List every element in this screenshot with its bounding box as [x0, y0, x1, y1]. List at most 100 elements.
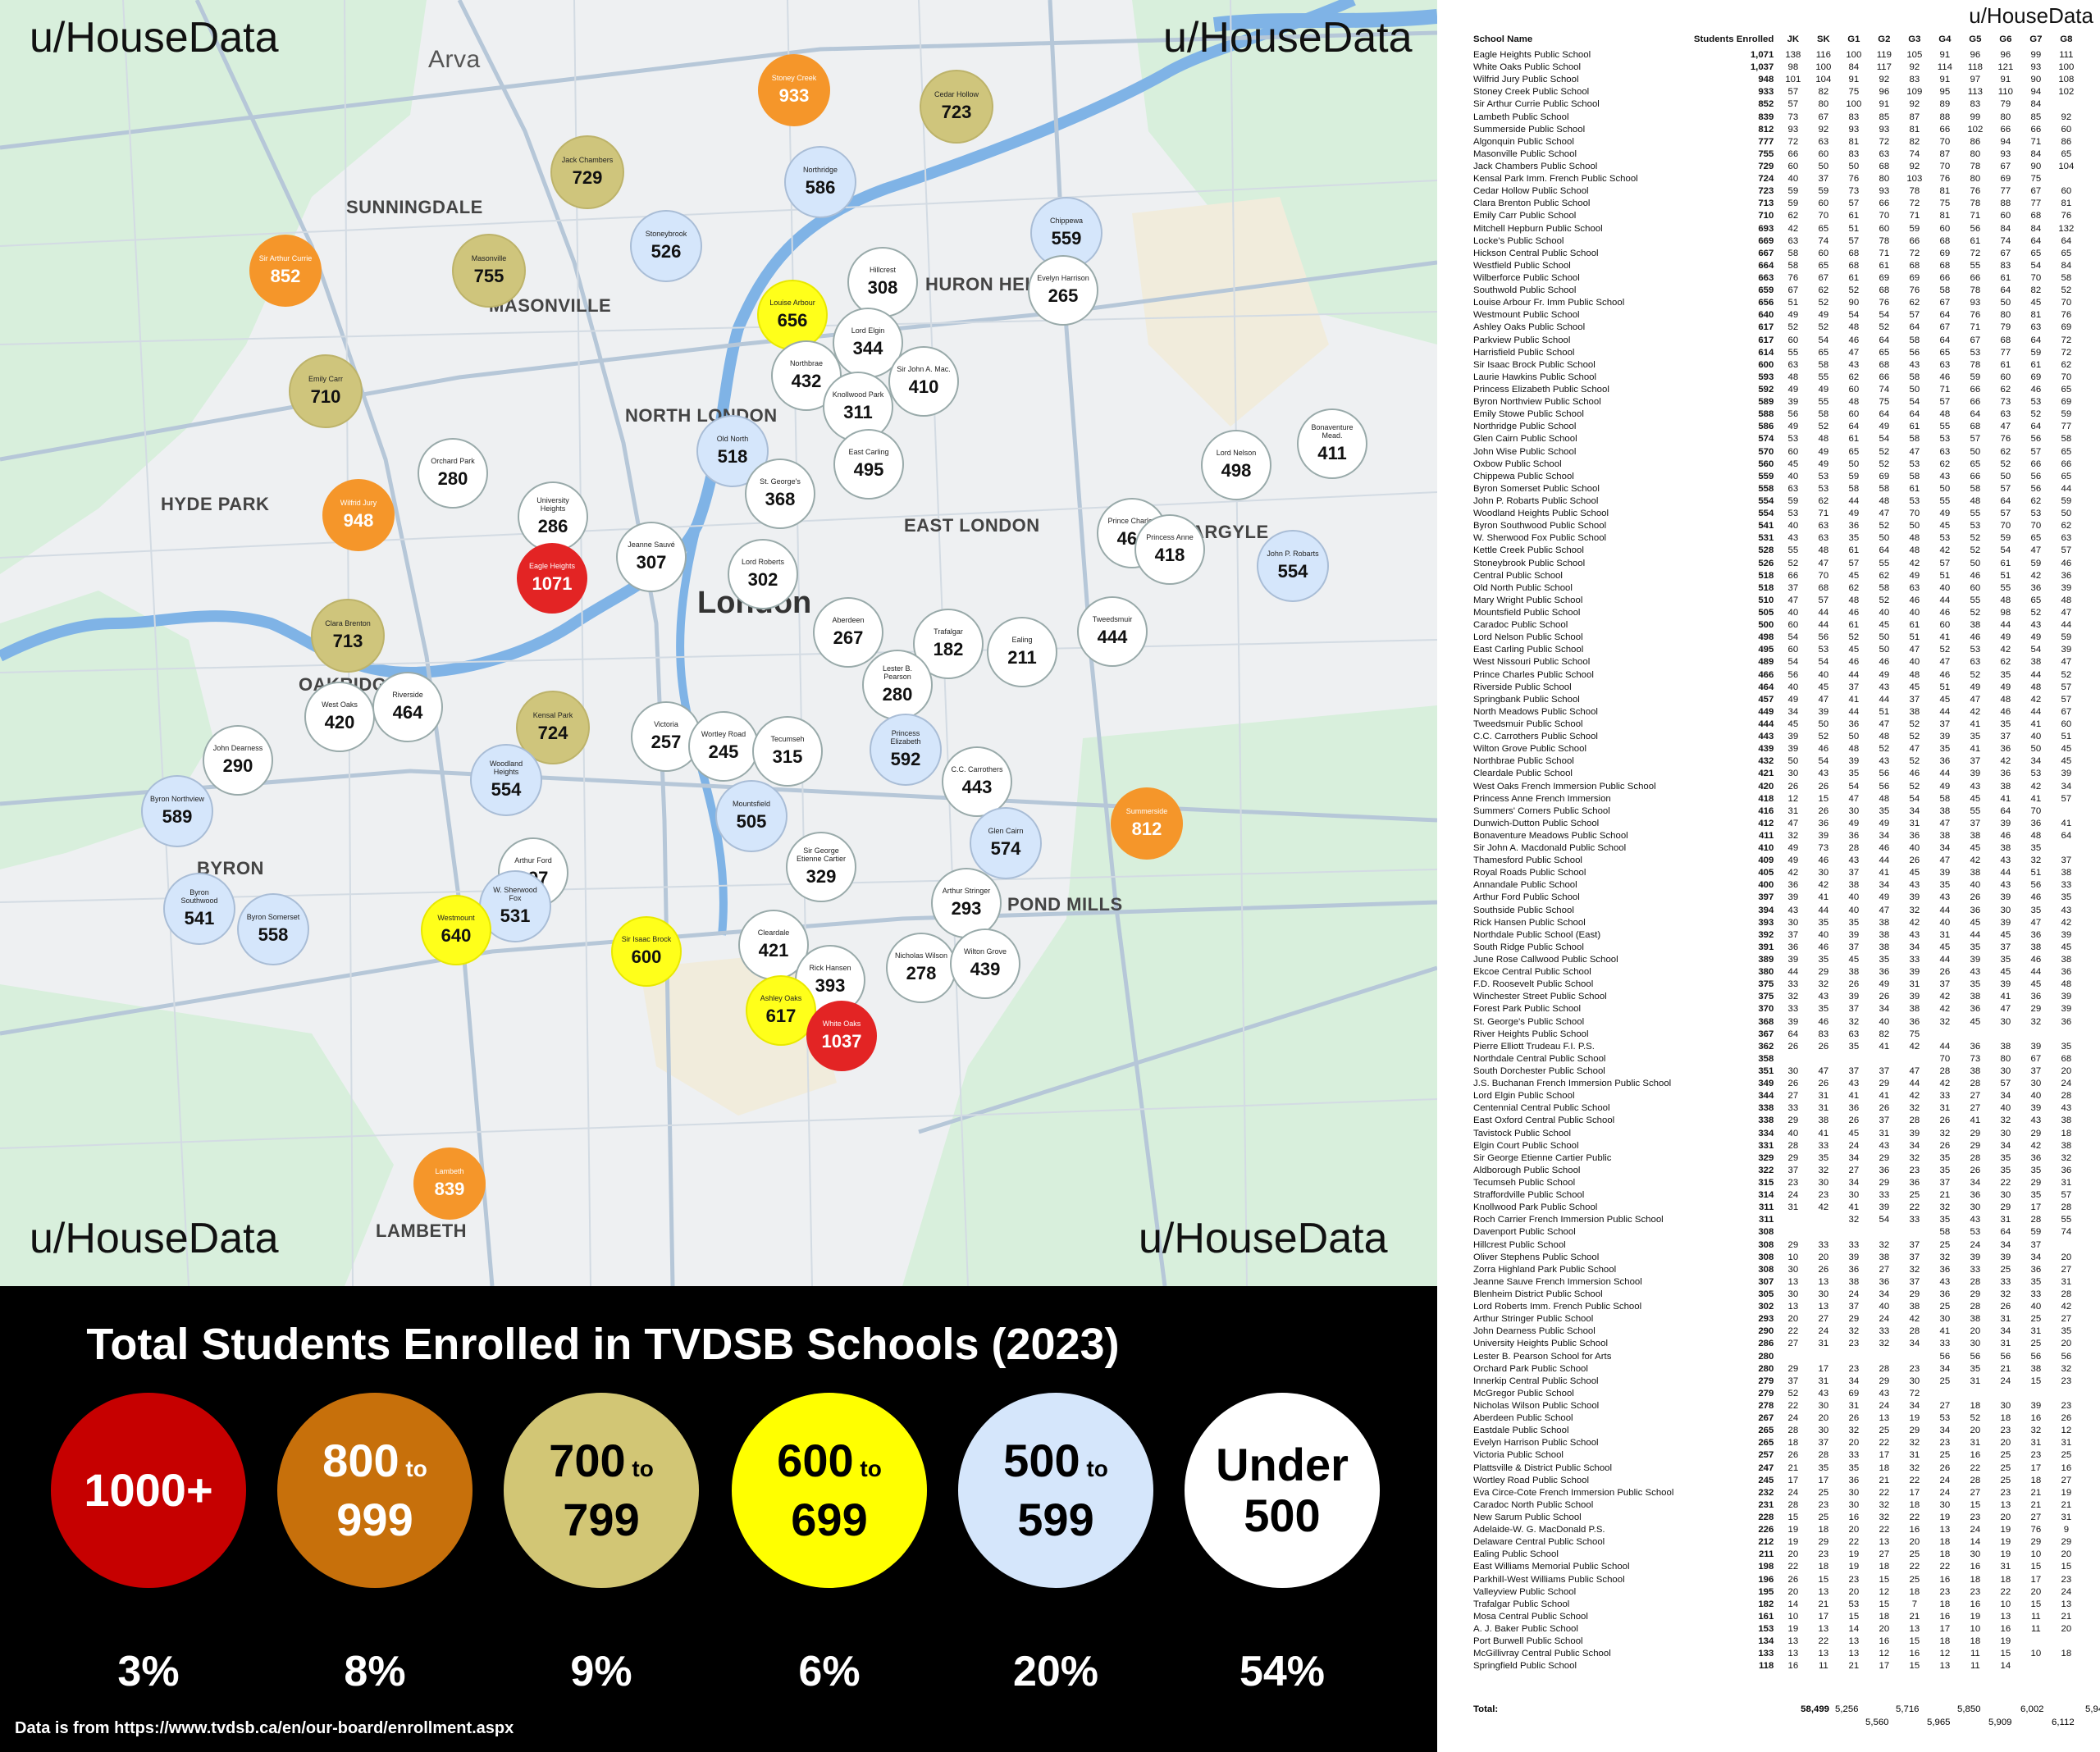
school-marker[interactable]: Aberdeen 267	[813, 597, 883, 668]
school-marker[interactable]: Wilton Grove 439	[950, 928, 1020, 999]
school-marker[interactable]: Tweedsmuir 444	[1077, 596, 1148, 667]
table-row: Trafalgar Public School 182 14 21 53 15 7 18 16 1…	[1472, 1599, 2081, 1611]
table-row: Innerkip Central Public School 279 37 31 34 2…	[1472, 1376, 2081, 1388]
school-marker[interactable]: Wortley Road 245	[688, 711, 759, 782]
school-marker[interactable]: Riverside 464	[372, 672, 443, 742]
school-marker[interactable]: Westmount 640	[421, 895, 491, 965]
enrolled-cell: 933	[1758, 87, 1774, 98]
school-marker[interactable]: West Oaks 420	[304, 682, 375, 752]
school-marker[interactable]: John Dearness 290	[203, 725, 273, 796]
grade-cell: 43	[2030, 1116, 2042, 1126]
grade-cell: 45	[1939, 694, 1951, 705]
school-marker[interactable]: Eagle Heights 1071	[517, 543, 587, 614]
school-marker[interactable]: Wilfrid Jury 948	[322, 479, 395, 551]
school-marker[interactable]: Hillcrest 308	[847, 247, 918, 317]
grade-cell	[2051, 842, 2081, 855]
school-marker-name: West Oaks	[322, 700, 358, 709]
table-row: Sir John A. Macdonald Public School 410 49…	[1472, 842, 2081, 855]
school-marker[interactable]: Louise Arbour 656	[757, 280, 828, 350]
grade-cell: 21	[2061, 1611, 2072, 1622]
grade-cell: 26	[1939, 1116, 1951, 1126]
enrolled-cell: 558	[1758, 483, 1774, 494]
enrolled-cell: 322	[1758, 1165, 1774, 1175]
grade-cell: 41	[2000, 793, 2011, 804]
grade-cell: 66	[1939, 273, 1951, 284]
school-marker[interactable]: East Carling 495	[833, 429, 904, 500]
school-marker[interactable]: Northridge 586	[784, 146, 856, 218]
school-marker[interactable]: Clara Brenton 713	[311, 599, 385, 673]
grade-cell	[1778, 1226, 1808, 1239]
school-marker[interactable]: Byron Somerset 558	[237, 893, 309, 965]
grade-cell: 61	[1848, 211, 1860, 221]
school-marker[interactable]: Byron Northview 589	[141, 775, 213, 847]
school-marker[interactable]: Mountsfield 505	[715, 780, 788, 852]
grade-cell: 48	[2030, 682, 2042, 692]
school-marker[interactable]: St. George's 368	[745, 459, 815, 529]
school-name-cell: West Nissouri Public School	[1473, 657, 1591, 668]
grade-cell: 48	[1818, 545, 1829, 556]
school-marker[interactable]: Summerside 812	[1111, 787, 1183, 860]
enrolled-cell: 659	[1758, 285, 1774, 296]
school-marker[interactable]: Stoney Creek 933	[758, 54, 830, 126]
grade-cell: 36	[2030, 582, 2042, 593]
school-marker[interactable]: C.C. Carrothers 443	[942, 746, 1012, 817]
school-marker[interactable]: Lord Nelson 498	[1201, 430, 1271, 500]
school-marker[interactable]: University Heights 286	[518, 481, 588, 552]
grade-cell: 18	[1879, 1611, 1890, 1622]
legend-range-end: 799	[563, 1494, 640, 1545]
grade-cell: 35	[2061, 892, 2072, 903]
grade-cell: 65	[1879, 347, 1890, 358]
school-marker[interactable]: Byron Southwood 541	[163, 873, 235, 945]
school-marker[interactable]: Sir John A. Mac. 410	[888, 346, 959, 417]
school-marker[interactable]: Princess Elizabeth 592	[870, 714, 942, 786]
grade-cell: 55	[1818, 397, 1829, 408]
school-marker[interactable]: Lord Roberts 302	[728, 539, 798, 609]
grade-cell: 98	[1787, 62, 1799, 73]
school-marker[interactable]: Tecumseh 315	[752, 716, 823, 787]
school-marker[interactable]: Sir Arthur Currie 852	[249, 235, 322, 307]
grade-cell: 26	[1818, 805, 1829, 816]
grade-cell: 84	[2061, 260, 2072, 271]
school-marker[interactable]: Lester B. Pearson 280	[862, 650, 933, 720]
grade-cell: 63	[1818, 136, 1829, 147]
school-marker[interactable]: Sir Isaac Brock 600	[611, 916, 682, 987]
school-marker[interactable]: Lambeth 839	[413, 1147, 486, 1220]
school-marker[interactable]: Bonaventure Mead. 411	[1297, 408, 1367, 479]
school-marker[interactable]: Jack Chambers 729	[550, 135, 624, 209]
school-marker[interactable]: Jeanne Sauvé 307	[616, 522, 687, 592]
school-marker[interactable]: Princess Anne 418	[1134, 514, 1205, 585]
enrolled-cell: 232	[1758, 1487, 1774, 1498]
school-marker[interactable]: Stoneybrook 526	[630, 210, 702, 282]
school-marker[interactable]: White Oaks 1037	[806, 1001, 877, 1071]
school-marker[interactable]: Woodland Heights 554	[470, 744, 542, 816]
grade-cell: 45	[1970, 793, 1981, 804]
school-marker[interactable]: Glen Cairn 574	[970, 807, 1042, 879]
grade-cell: 30	[1818, 1289, 1829, 1299]
school-marker-value: 656	[777, 310, 808, 331]
school-marker[interactable]: Emily Carr 710	[289, 354, 363, 428]
grade-cell: 52	[1787, 558, 1799, 568]
grade-cell: 72	[1787, 136, 1799, 147]
enrolled-cell: 710	[1758, 211, 1774, 221]
school-marker[interactable]: John P. Robarts 554	[1257, 530, 1329, 602]
school-marker[interactable]: Ealing 211	[987, 617, 1057, 687]
school-marker[interactable]: Arthur Stringer 293	[931, 868, 1002, 938]
school-marker[interactable]: Orchard Park 280	[418, 438, 488, 509]
school-marker[interactable]: Sir George Etienne Cartier 329	[786, 832, 856, 902]
school-marker[interactable]: Evelyn Harrison 265	[1028, 255, 1098, 326]
grade-cell: 42	[1818, 1202, 1829, 1213]
grade-cell: 57	[1848, 235, 1860, 246]
school-marker[interactable]: Nicholas Wilson 278	[886, 933, 956, 1003]
grade-cell: 57	[2030, 446, 2042, 457]
enrolled-cell: 118	[1758, 1661, 1774, 1672]
grade-cell: 28	[1909, 1326, 1920, 1337]
grade-cell	[1899, 1226, 1929, 1239]
grade-cell: 91	[1939, 50, 1951, 61]
enrolled-cell: 182	[1758, 1599, 1774, 1609]
school-marker[interactable]: Masonville 755	[452, 234, 526, 308]
grade-cell: 37	[2030, 1066, 2042, 1077]
grade-cell: 33	[1818, 1140, 1829, 1151]
school-marker[interactable]: Cedar Hollow 723	[920, 70, 993, 144]
grade-cell: 104	[1815, 75, 1832, 85]
school-marker-value: 554	[1277, 561, 1308, 582]
